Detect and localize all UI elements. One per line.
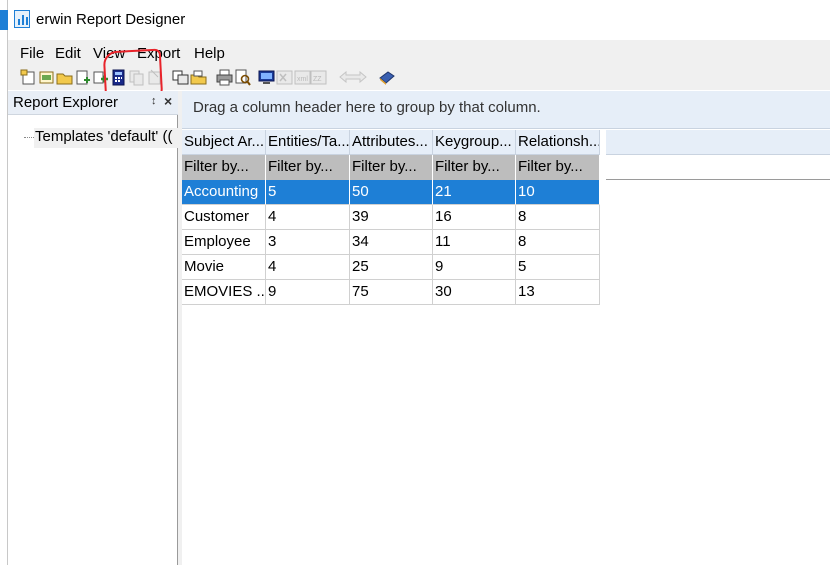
filter-cell[interactable]: Filter by... — [350, 155, 433, 180]
table-cell[interactable]: 5 — [266, 180, 350, 205]
print-icon[interactable] — [216, 69, 233, 86]
table-cell[interactable]: 16 — [433, 205, 516, 230]
export-xml-disabled-icon[interactable]: xml ZZ — [294, 69, 328, 86]
table-cell[interactable]: 39 — [350, 205, 433, 230]
table-cell[interactable]: 10 — [516, 180, 600, 205]
arrows-disabled-icon[interactable] — [338, 69, 368, 86]
title-bar: erwin Report Designer — [8, 0, 830, 38]
table-cell[interactable]: 25 — [350, 255, 433, 280]
column-header[interactable]: Subject Ar... — [182, 130, 266, 155]
report-explorer-panel: Report Explorer ↕ × Templates 'default' … — [8, 91, 178, 565]
table-cell[interactable]: 8 — [516, 230, 600, 255]
table-cell[interactable]: 34 — [350, 230, 433, 255]
table-cell[interactable]: 21 — [433, 180, 516, 205]
filter-cell[interactable]: Filter by... — [182, 155, 266, 180]
table-cell[interactable]: Movie — [182, 255, 266, 280]
open-folder-icon[interactable] — [56, 69, 73, 86]
svg-text:xml: xml — [297, 76, 308, 83]
group-by-panel[interactable]: Drag a column header here to group by th… — [182, 91, 830, 129]
open-template-icon[interactable] — [38, 69, 55, 86]
tree-connector — [24, 137, 34, 138]
table-cell[interactable]: 8 — [516, 205, 600, 230]
add-document-icon[interactable] — [74, 69, 91, 86]
window-title: erwin Report Designer — [36, 11, 186, 28]
data-grid: Drag a column header here to group by th… — [182, 91, 830, 565]
table-cell[interactable]: EMOVIES ... — [182, 280, 266, 305]
background-window-tab — [0, 10, 8, 30]
table-cell[interactable]: Customer — [182, 205, 266, 230]
svg-text:ZZ: ZZ — [313, 76, 322, 83]
copy-report-icon[interactable] — [172, 69, 189, 86]
background-window-edge — [0, 0, 8, 565]
table-cell[interactable]: Accounting — [182, 180, 266, 205]
column-header[interactable]: Keygroup... — [433, 130, 516, 155]
close-icon[interactable]: × — [164, 93, 172, 109]
table-cell[interactable]: 9 — [433, 255, 516, 280]
column-header[interactable]: Entities/Ta... — [266, 130, 350, 155]
filter-cell[interactable]: Filter by... — [516, 155, 600, 180]
table-cell[interactable]: Employee — [182, 230, 266, 255]
menu-help[interactable]: Help — [194, 45, 225, 62]
table-cell[interactable]: 11 — [433, 230, 516, 255]
report-folder-icon[interactable] — [190, 69, 207, 86]
monitor-icon[interactable] — [258, 69, 275, 86]
filter-cell[interactable]: Filter by... — [266, 155, 350, 180]
table-cell[interactable]: 75 — [350, 280, 433, 305]
table-cell[interactable]: 4 — [266, 205, 350, 230]
table-cell[interactable]: 9 — [266, 280, 350, 305]
filter-cell[interactable]: Filter by... — [433, 155, 516, 180]
table-cell[interactable]: 50 — [350, 180, 433, 205]
header-empty-area — [606, 130, 830, 155]
group-by-hint: Drag a column header here to group by th… — [193, 99, 541, 116]
menu-edit[interactable]: Edit — [55, 45, 81, 62]
table-cell[interactable]: 4 — [266, 255, 350, 280]
table-cell[interactable]: 5 — [516, 255, 600, 280]
report-explorer-title: Report Explorer — [13, 94, 119, 111]
export-excel-disabled-icon[interactable] — [276, 69, 293, 86]
filter-empty-area — [606, 155, 830, 180]
menu-file[interactable]: File — [20, 45, 44, 62]
column-header[interactable]: Attributes... — [350, 130, 433, 155]
column-header[interactable]: Relationsh... — [516, 130, 600, 155]
app-window: erwin Report Designer File Edit View Exp… — [8, 0, 830, 565]
table-cell[interactable]: 13 — [516, 280, 600, 305]
app-report-icon — [14, 10, 30, 28]
new-template-icon[interactable] — [20, 69, 37, 86]
tree-item-templates[interactable]: Templates 'default' (( — [34, 128, 178, 148]
print-preview-icon[interactable] — [234, 69, 251, 86]
pin-icon[interactable]: ↕ — [151, 95, 157, 107]
report-explorer-header: Report Explorer ↕ × — [8, 91, 178, 115]
table-cell[interactable]: 3 — [266, 230, 350, 255]
book-icon[interactable] — [378, 69, 395, 86]
table-cell[interactable]: 30 — [433, 280, 516, 305]
